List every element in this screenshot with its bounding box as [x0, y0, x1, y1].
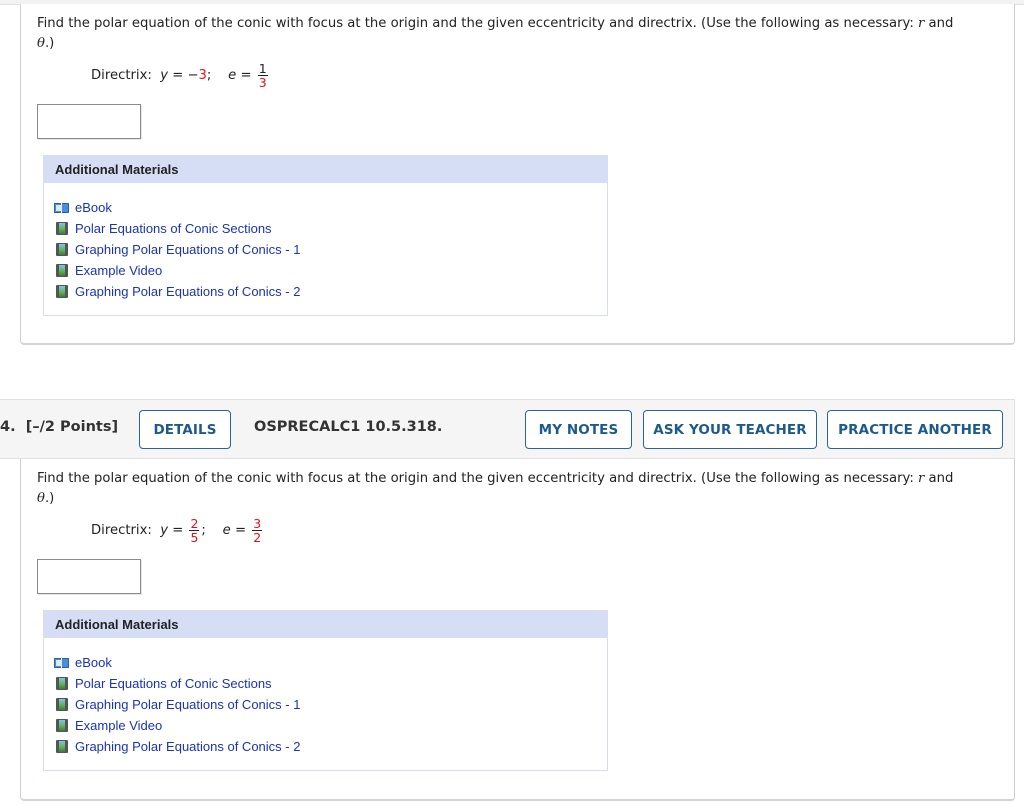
eccentricity-fraction: 32 [252, 516, 263, 545]
question-4-header: 4. [–/2 Points] DETAILS OSPRECALC1 10.5.… [0, 399, 1015, 459]
additional-materials-title: Additional Materials [44, 156, 607, 183]
directrix-equation: Directrix: y = 2 5; e = 32 [91, 516, 263, 545]
material-item[interactable]: Example Video [54, 260, 607, 281]
material-item[interactable]: eBook [54, 197, 607, 218]
practice-another-button[interactable]: PRACTICE ANOTHER [827, 410, 1003, 449]
material-item[interactable]: eBook [54, 652, 607, 673]
details-button[interactable]: DETAILS [139, 410, 231, 449]
video-icon [56, 677, 68, 690]
material-link-ebook[interactable]: eBook [75, 200, 112, 215]
video-icon [56, 222, 68, 235]
material-link-ebook[interactable]: eBook [75, 655, 112, 670]
question-4-body: Find the polar equation of the conic wit… [20, 459, 1015, 801]
my-notes-button[interactable]: MY NOTES [525, 410, 632, 449]
answer-input[interactable] [37, 559, 141, 594]
material-link-video[interactable]: Graphing Polar Equations of Conics - 2 [75, 284, 300, 299]
material-item[interactable]: Polar Equations of Conic Sections [54, 218, 607, 239]
question-3-body: Find the polar equation of the conic wit… [20, 4, 1015, 345]
material-item[interactable]: Graphing Polar Equations of Conics - 2 [54, 281, 607, 302]
video-icon [56, 740, 68, 753]
video-icon [56, 719, 68, 732]
material-item[interactable]: Example Video [54, 715, 607, 736]
video-icon [56, 243, 68, 256]
book-icon [54, 657, 70, 669]
material-link-video[interactable]: Graphing Polar Equations of Conics - 1 [75, 697, 300, 712]
video-icon [56, 264, 68, 277]
video-icon [56, 698, 68, 711]
question-number: 4. [–/2 Points] [0, 419, 119, 435]
material-link-video[interactable]: Polar Equations of Conic Sections [75, 676, 272, 691]
book-icon [54, 202, 70, 214]
material-item[interactable]: Graphing Polar Equations of Conics - 1 [54, 694, 607, 715]
question-prompt: Find the polar equation of the conic wit… [37, 471, 954, 506]
eccentricity-fraction: 13 [257, 61, 268, 90]
material-item[interactable]: Polar Equations of Conic Sections [54, 673, 607, 694]
material-link-video[interactable]: Graphing Polar Equations of Conics - 2 [75, 739, 300, 754]
material-item[interactable]: Graphing Polar Equations of Conics - 2 [54, 736, 607, 757]
question-prompt: Find the polar equation of the conic wit… [37, 16, 954, 51]
directrix-equation: Directrix: y = −3; e = 13 [91, 61, 268, 90]
video-icon [56, 285, 68, 298]
additional-materials: Additional Materials eBook Polar Equatio… [43, 610, 608, 771]
directrix-value: 3 [198, 68, 207, 83]
question-code: OSPRECALC1 10.5.318. [254, 419, 443, 435]
material-link-video[interactable]: Example Video [75, 718, 162, 733]
additional-materials: Additional Materials eBook Polar Equatio… [43, 155, 608, 316]
material-link-video[interactable]: Polar Equations of Conic Sections [75, 221, 272, 236]
additional-materials-title: Additional Materials [44, 611, 607, 638]
ask-your-teacher-button[interactable]: ASK YOUR TEACHER [643, 410, 817, 449]
material-link-video[interactable]: Example Video [75, 263, 162, 278]
material-item[interactable]: Graphing Polar Equations of Conics - 1 [54, 239, 607, 260]
directrix-fraction: 25 [189, 516, 200, 545]
answer-input[interactable] [37, 104, 141, 139]
material-link-video[interactable]: Graphing Polar Equations of Conics - 1 [75, 242, 300, 257]
